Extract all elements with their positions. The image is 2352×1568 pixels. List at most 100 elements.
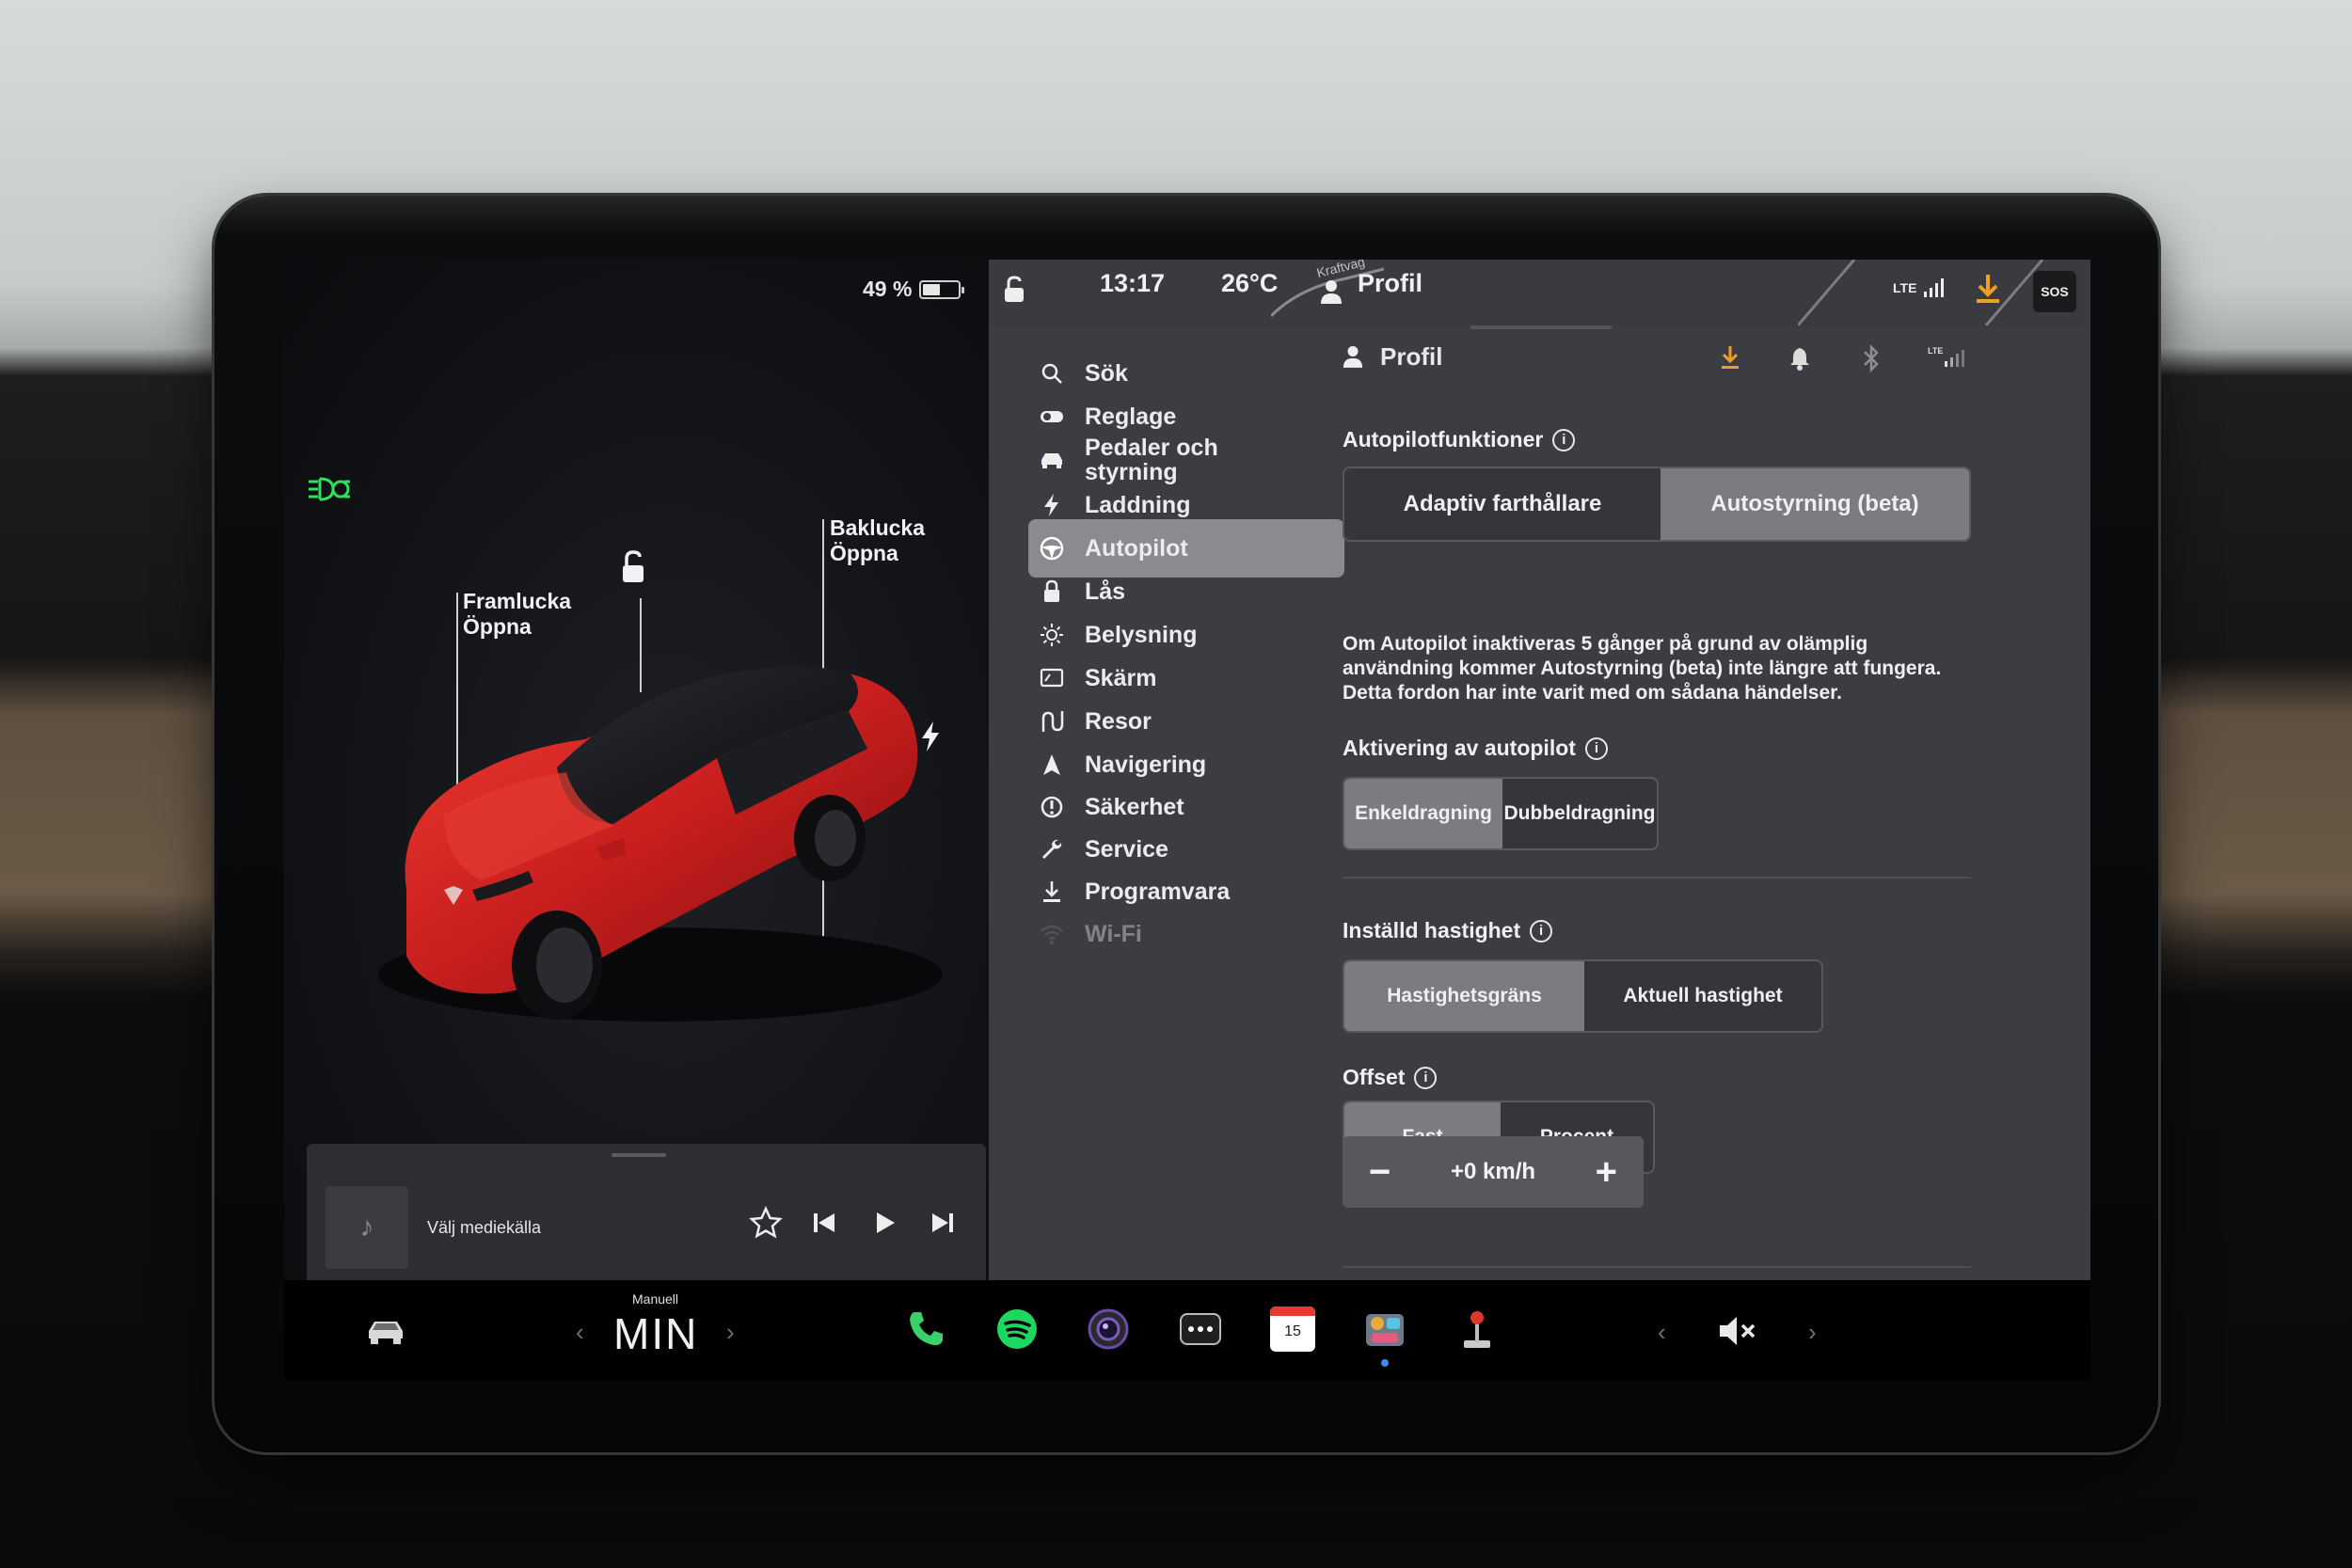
bluetooth-icon[interactable] — [1862, 344, 1881, 372]
toybox-icon[interactable] — [1362, 1307, 1407, 1352]
download-icon[interactable] — [1719, 344, 1741, 371]
bottom-dock: ‹ Manuell MIN › 15 ‹ › — [284, 1280, 2090, 1380]
activation-selector: Enkeldragning Dubbeldragning — [1343, 777, 1659, 850]
info-icon[interactable]: i — [1584, 736, 1608, 760]
menu-item-label: Laddning — [1085, 492, 1191, 518]
drive-mode-label: Manuell — [632, 1291, 679, 1307]
lock-open-icon[interactable] — [1002, 276, 1026, 304]
chevron-left-icon[interactable]: ‹ — [576, 1318, 584, 1347]
calendar-icon[interactable]: 15 — [1270, 1307, 1315, 1352]
menu-item-label: Navigering — [1085, 752, 1207, 778]
info-icon[interactable]: i — [1552, 428, 1576, 451]
touchscreen: 49 % Framlucka Öppna Baklucka Öppna ♪ Vä… — [284, 260, 2090, 1380]
menu-item-wi-fi[interactable]: Wi-Fi — [1028, 905, 1344, 963]
settings-panel: 13:17 26°C Kraftvag Profil LTE SOS Sök Re… — [989, 260, 2090, 1280]
profile-header-icon — [1343, 346, 1363, 368]
calendar-header — [1270, 1307, 1315, 1316]
set-speed-label: Inställd hastighet — [1343, 918, 1521, 942]
settings-menu: Sök Reglage Pedaler och styrning Laddning Au… — [989, 325, 1344, 1280]
option-hastighetsgräns[interactable]: Hastighetsgräns — [1344, 961, 1584, 1031]
autopilot-strike-note: Om Autopilot inaktiveras 5 gånger på gru… — [1343, 633, 1942, 704]
trips-icon — [1041, 711, 1064, 732]
battery-percent: 49 % — [863, 277, 913, 301]
joystick-icon[interactable] — [1454, 1307, 1500, 1352]
rear-trunk-title: Baklucka — [830, 515, 926, 540]
battery-fill — [923, 283, 941, 295]
download-icon — [1043, 881, 1060, 902]
set-speed-selector: Hastighetsgräns Aktuell hastighet — [1343, 959, 1823, 1033]
drive-mode-value[interactable]: MIN — [613, 1308, 698, 1359]
battery-status: 49 % — [863, 277, 965, 302]
play-icon[interactable] — [866, 1204, 903, 1242]
media-player[interactable]: ♪ Välj mediekälla — [307, 1144, 986, 1285]
chevron-left-icon[interactable]: ‹ — [1658, 1318, 1666, 1347]
menu-item-label: Skärm — [1085, 665, 1157, 691]
media-drag-handle[interactable] — [612, 1153, 666, 1157]
option-adaptiv-farthållare[interactable]: Adaptiv farthållare — [1344, 468, 1661, 540]
set-speed-title: Inställd hastighet i — [1343, 918, 1553, 943]
car-icon — [1041, 453, 1062, 468]
previous-track-icon[interactable] — [805, 1204, 843, 1242]
car-icon[interactable] — [363, 1308, 408, 1354]
signal-icon — [1924, 278, 1944, 297]
menu-item-label: Wi-Fi — [1085, 921, 1142, 947]
media-source-label[interactable]: Välj mediekälla — [427, 1218, 541, 1238]
next-track-icon[interactable] — [924, 1204, 961, 1242]
volume-muted-icon[interactable] — [1714, 1308, 1759, 1354]
option-enkeldragning[interactable]: Enkeldragning — [1344, 779, 1502, 848]
navigation-icon — [1043, 754, 1060, 775]
sos-button[interactable]: SOS — [2033, 271, 2076, 312]
menu-item-label: Belysning — [1085, 622, 1198, 648]
info-icon[interactable]: i — [1530, 919, 1553, 942]
camera-icon[interactable] — [1086, 1307, 1131, 1352]
offset-value: +0 km/h — [1450, 1159, 1536, 1184]
autopilot-activation-label: Aktivering av autopilot — [1343, 736, 1576, 760]
active-app-dot — [1381, 1359, 1389, 1367]
option-dubbeldragning[interactable]: Dubbeldragning — [1502, 779, 1657, 848]
favorite-star-icon[interactable] — [747, 1204, 785, 1242]
profile-header-label[interactable]: Profil — [1380, 342, 1442, 372]
profile-icon[interactable] — [1320, 278, 1343, 305]
safety-icon — [1041, 796, 1063, 818]
software-update-icon[interactable] — [1973, 273, 2003, 307]
menu-item-label: Säkerhet — [1085, 794, 1184, 820]
offset-label: Offset — [1343, 1065, 1406, 1089]
search-icon — [1041, 363, 1062, 384]
phone-icon[interactable] — [903, 1307, 948, 1352]
autopilot-features-label: Autopilotfunktioner — [1343, 427, 1544, 451]
network-label: LTE — [1893, 280, 1917, 295]
offset-title: Offset i — [1343, 1065, 1438, 1090]
toggle-icon — [1041, 411, 1063, 422]
menu-item-label: Resor — [1085, 708, 1152, 735]
svg-text:LTE: LTE — [1928, 346, 1943, 356]
divider — [1343, 1266, 1971, 1268]
divider — [1343, 877, 1971, 879]
lock-icon — [1044, 579, 1059, 602]
notification-bell-icon[interactable] — [1789, 346, 1810, 371]
charge-port-bolt-icon[interactable] — [919, 721, 942, 752]
menu-item-label: Programvara — [1085, 879, 1231, 905]
info-icon[interactable]: i — [1414, 1066, 1438, 1089]
increase-button[interactable]: + — [1596, 1153, 1617, 1191]
menu-item-label: Reglage — [1085, 404, 1177, 430]
rear-trunk-action[interactable]: Öppna — [830, 541, 925, 566]
spotify-icon[interactable] — [994, 1307, 1040, 1352]
decrease-button[interactable]: − — [1369, 1153, 1391, 1191]
option-aktuell-hastighet[interactable]: Aktuell hastighet — [1584, 961, 1821, 1031]
menu-item-label: Autopilot — [1085, 535, 1188, 562]
autopilot-features-title: Autopilotfunktioner i — [1343, 427, 1576, 452]
autopilot-settings: Profil LTE Autopilotfunktioner i Adaptiv… — [1343, 325, 2090, 1280]
chevron-right-icon[interactable]: › — [726, 1318, 735, 1347]
chevron-right-icon[interactable]: › — [1808, 1318, 1817, 1347]
option-autostyrning-beta-[interactable]: Autostyrning (beta) — [1661, 468, 1969, 540]
headlight-indicator-icon — [309, 477, 350, 501]
wifi-icon — [1041, 925, 1063, 944]
more-icon[interactable] — [1178, 1307, 1223, 1352]
profile-button[interactable]: Profil — [1358, 269, 1422, 298]
lte-signal-icon: LTE — [1928, 346, 1964, 367]
rear-trunk-callout[interactable]: Baklucka Öppna — [830, 515, 925, 566]
car-model-image[interactable] — [341, 579, 943, 1050]
steering-wheel-icon — [1040, 536, 1064, 561]
menu-item-label: Lås — [1085, 578, 1126, 605]
clock: 13:17 — [1100, 269, 1166, 297]
